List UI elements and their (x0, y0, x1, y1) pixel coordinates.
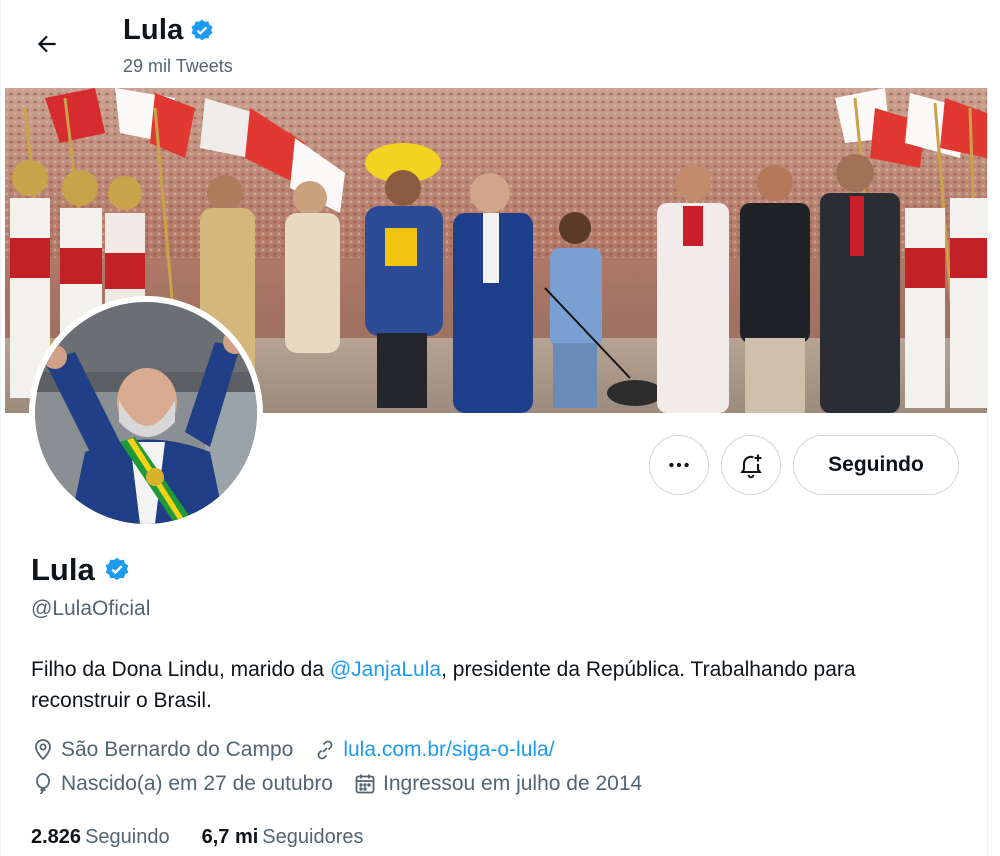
link-icon (317, 740, 333, 760)
location-icon (35, 739, 51, 761)
back-button[interactable] (27, 24, 67, 64)
calendar-icon (355, 774, 375, 794)
bio-text: Filho da Dona Lindu, marido da (31, 658, 330, 681)
verified-badge-icon (105, 557, 129, 581)
followers-label: Seguidores (262, 826, 364, 848)
website[interactable]: lula.com.br/siga-o-lula/ (313, 738, 555, 762)
more-icon (669, 462, 689, 468)
avatar-image (35, 302, 257, 524)
following-count: 2.826 (31, 826, 82, 848)
location-text: São Bernardo do Campo (61, 738, 294, 761)
tweet-count: 29 mil Tweets (123, 56, 233, 76)
birthday: Nascido(a) em 27 de outubro (31, 772, 333, 796)
header-name: Lula (123, 14, 184, 46)
birthday-text: Nascido(a) em 27 de outubro (61, 772, 333, 795)
profile-page: Lula 29 mil Tweets Seguindo Lula @LulaOf… (0, 0, 989, 856)
follow-stats: 2.826 Seguindo 6,7 mi Seguidores (31, 826, 363, 849)
profile-bio: Filho da Dona Lindu, marido da @JanjaLul… (31, 654, 951, 716)
followers-count: 6,7 mi (201, 826, 259, 848)
profile-name-row: Lula (31, 552, 131, 588)
profile-avatar[interactable] (29, 296, 263, 530)
top-bar: Lula 29 mil Tweets (1, 0, 989, 88)
location: São Bernardo do Campo (31, 738, 293, 762)
following-stat[interactable]: 2.826 Seguindo (31, 826, 170, 849)
joined-date: Ingressou em julho de 2014 (353, 772, 642, 796)
header-title: Lula (123, 14, 215, 47)
profile-meta-row: Nascido(a) em 27 de outubro Ingressou em… (31, 772, 662, 796)
profile-meta-row: São Bernardo do Campo lula.com.br/siga-o… (31, 738, 575, 762)
notifications-button[interactable] (721, 435, 781, 495)
verified-badge-icon (191, 19, 213, 40)
following-button[interactable]: Seguindo (793, 435, 959, 495)
back-arrow-icon (37, 35, 56, 53)
website-link[interactable]: lula.com.br/siga-o-lula/ (343, 738, 554, 762)
profile-handle: @LulaOficial (31, 597, 151, 620)
following-label: Seguindo (85, 826, 170, 848)
notification-bell-icon (740, 454, 762, 479)
bio-mention-link[interactable]: @JanjaLula (330, 658, 441, 681)
joined-text: Ingressou em julho de 2014 (383, 772, 643, 795)
followers-stat[interactable]: 6,7 mi Seguidores (202, 826, 364, 849)
profile-name: Lula (31, 552, 95, 587)
more-button[interactable] (649, 435, 709, 495)
birthday-balloon-icon (36, 773, 50, 795)
